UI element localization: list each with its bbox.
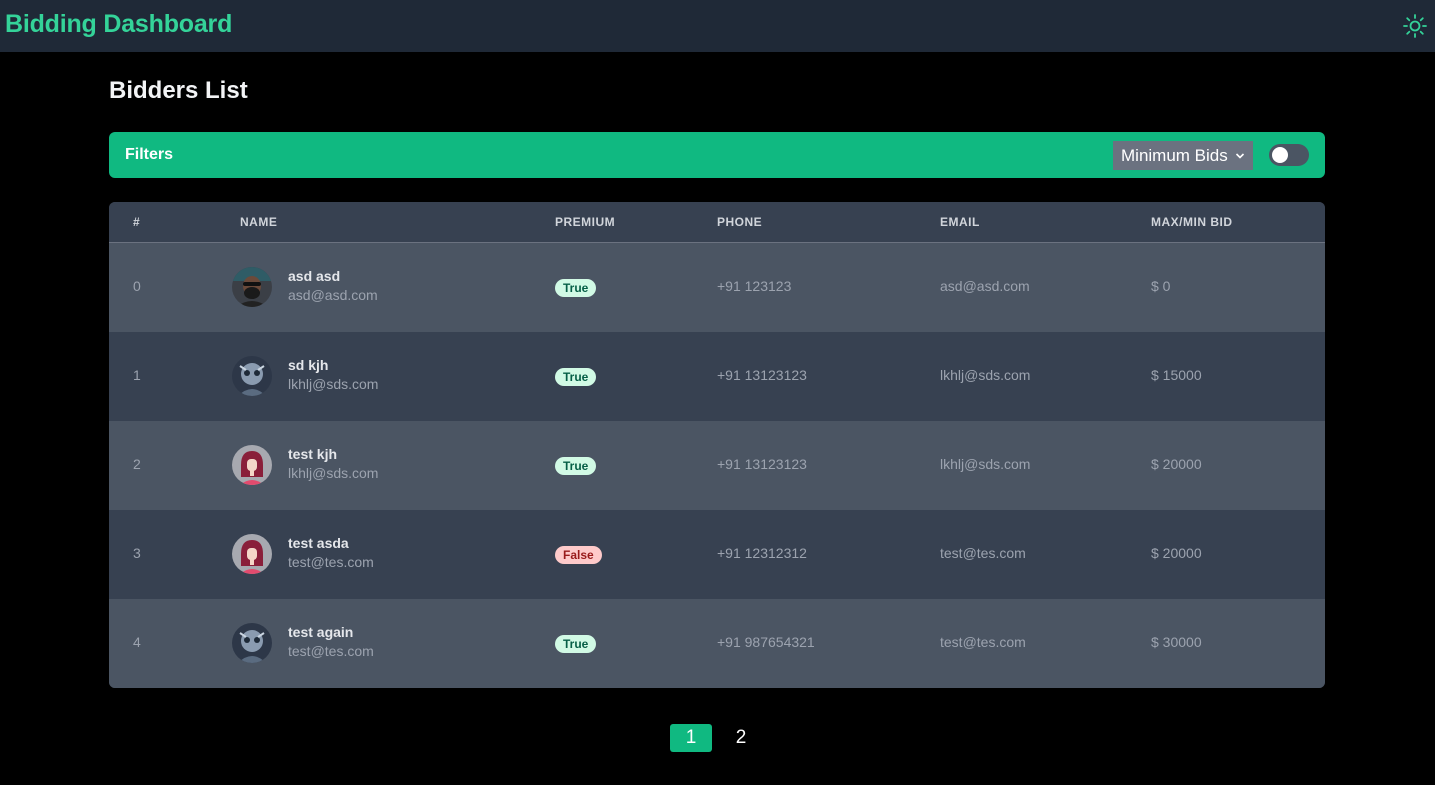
bid-type-select[interactable]: Minimum Bids xyxy=(1113,141,1253,170)
bidder-name: test asda xyxy=(288,535,349,551)
table-row[interactable]: 0 asd asd asd@asd.com True +91 123123 as… xyxy=(109,243,1325,332)
phone-cell: +91 987654321 xyxy=(717,634,815,650)
toggle-knob xyxy=(1272,147,1288,163)
avatar xyxy=(232,623,272,663)
phone-cell: +91 13123123 xyxy=(717,367,807,383)
bidder-name-block: asd asd asd@asd.com xyxy=(288,267,378,305)
table-row[interactable]: 3 test asda test@tes.com False +91 12312… xyxy=(109,510,1325,599)
avatar-man-beard-icon xyxy=(232,267,272,307)
row-index: 1 xyxy=(133,367,141,383)
bidder-sub-email: test@tes.com xyxy=(288,554,374,570)
email-cell: lkhlj@sds.com xyxy=(940,367,1031,383)
phone-cell: +91 123123 xyxy=(717,278,792,294)
email-cell: lkhlj@sds.com xyxy=(940,456,1031,472)
bidder-sub-email: test@tes.com xyxy=(288,643,374,659)
pagination-page-2[interactable]: 2 xyxy=(720,724,762,752)
app-title[interactable]: Bidding Dashboard xyxy=(5,10,232,39)
avatar xyxy=(232,445,272,485)
bid-cell: $ 0 xyxy=(1151,278,1171,294)
row-index: 3 xyxy=(133,545,141,561)
bidders-table: # NAME PREMIUM PHONE EMAIL MAX/MIN BID 0… xyxy=(109,202,1325,688)
email-cell: asd@asd.com xyxy=(940,278,1030,294)
avatar-robot-icon xyxy=(232,623,272,663)
email-cell: test@tes.com xyxy=(940,634,1026,650)
header-premium: PREMIUM xyxy=(555,215,616,229)
table-row[interactable]: 1 sd kjh lkhlj@sds.com True +91 13123123… xyxy=(109,332,1325,421)
email-cell: test@tes.com xyxy=(940,545,1026,561)
bidder-name: asd asd xyxy=(288,268,341,284)
premium-badge: True xyxy=(555,635,597,653)
header-name: NAME xyxy=(240,215,278,229)
header-email: EMAIL xyxy=(940,215,980,229)
avatar xyxy=(232,267,272,307)
page-title: Bidders List xyxy=(109,77,248,104)
bidder-name: sd kjh xyxy=(288,357,329,373)
bidder-name-block: sd kjh lkhlj@sds.com xyxy=(288,356,378,394)
bidder-name-block: test asda test@tes.com xyxy=(288,534,374,572)
bid-cell: $ 20000 xyxy=(1151,456,1202,472)
bidder-sub-email: asd@asd.com xyxy=(288,287,378,303)
avatar-woman-icon xyxy=(232,445,272,485)
sun-icon xyxy=(1403,14,1427,38)
premium-badge: True xyxy=(555,457,597,475)
bidder-name-block: test kjh lkhlj@sds.com xyxy=(288,445,378,483)
avatar xyxy=(232,356,272,396)
bidder-name: test kjh xyxy=(288,446,338,462)
bid-cell: $ 20000 xyxy=(1151,545,1202,561)
premium-badge: True xyxy=(555,368,597,386)
row-index: 2 xyxy=(133,456,141,472)
theme-toggle-button[interactable] xyxy=(1402,13,1428,39)
pagination-page-1[interactable]: 1 xyxy=(670,724,712,752)
header-bid: MAX/MIN BID xyxy=(1151,215,1233,229)
avatar-woman-icon xyxy=(232,534,272,574)
bidder-name-block: test again test@tes.com xyxy=(288,623,374,661)
row-index: 4 xyxy=(133,634,141,650)
bid-type-select-value: Minimum Bids xyxy=(1121,145,1228,165)
filters-label: Filters xyxy=(125,146,174,163)
header-phone: PHONE xyxy=(717,215,763,229)
bid-cell: $ 30000 xyxy=(1151,634,1202,650)
header-index: # xyxy=(133,215,141,229)
table-row[interactable]: 4 test again test@tes.com True +91 98765… xyxy=(109,599,1325,688)
premium-badge: False xyxy=(555,546,602,564)
phone-cell: +91 13123123 xyxy=(717,456,807,472)
avatar-robot-icon xyxy=(232,356,272,396)
table-row[interactable]: 2 test kjh lkhlj@sds.com True +91 131231… xyxy=(109,421,1325,510)
avatar xyxy=(232,534,272,574)
bid-cell: $ 15000 xyxy=(1151,367,1202,383)
bidder-name: test again xyxy=(288,624,354,640)
chevron-down-icon xyxy=(1235,152,1245,159)
table-header: # NAME PREMIUM PHONE EMAIL MAX/MIN BID xyxy=(109,202,1325,243)
bidder-sub-email: lkhlj@sds.com xyxy=(288,465,379,481)
phone-cell: +91 12312312 xyxy=(717,545,807,561)
filter-toggle-switch[interactable] xyxy=(1269,144,1309,166)
top-navbar: Bidding Dashboard xyxy=(0,0,1435,52)
filters-bar: Filters Minimum Bids xyxy=(109,132,1325,178)
premium-badge: True xyxy=(555,279,597,297)
row-index: 0 xyxy=(133,278,141,294)
bidder-sub-email: lkhlj@sds.com xyxy=(288,376,379,392)
